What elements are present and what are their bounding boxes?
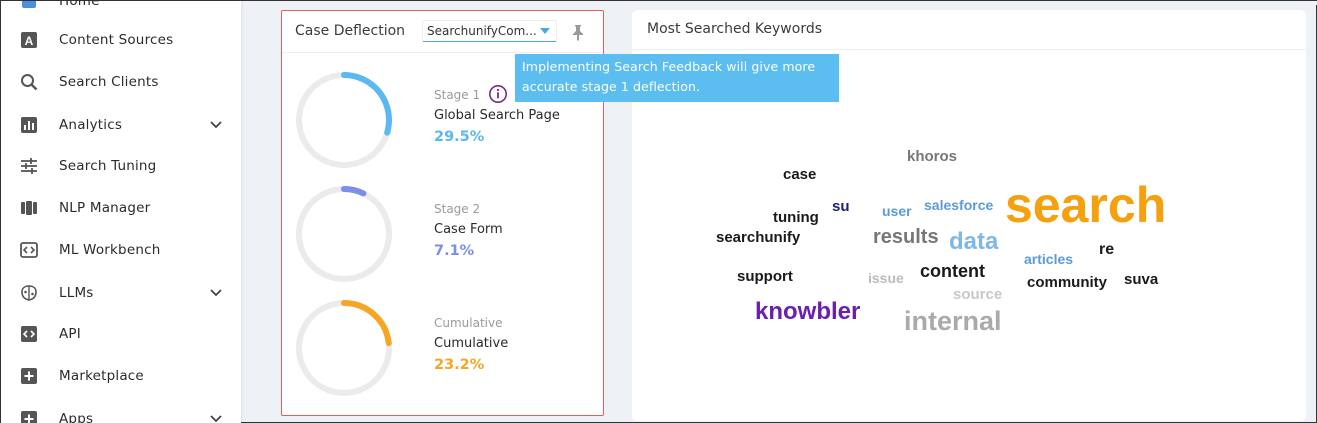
plus-box-icon: [19, 366, 39, 386]
sidebar-item-search-clients[interactable]: Search Clients: [1, 62, 241, 102]
keyword[interactable]: results: [873, 227, 939, 247]
keyword[interactable]: user: [882, 204, 912, 218]
keyword[interactable]: issue: [868, 271, 904, 285]
sidebar-item-search-tuning[interactable]: Search Tuning: [1, 146, 241, 186]
keyword[interactable]: content: [920, 262, 985, 280]
stage-label: Cumulative: [434, 316, 503, 330]
sidebar-item-label: Home: [59, 1, 100, 9]
api-icon: [19, 324, 39, 344]
svg-text:A: A: [25, 34, 34, 48]
sidebar-item-ml-workbench[interactable]: ML Workbench: [1, 230, 241, 270]
stage-name: Global Search Page: [434, 108, 560, 123]
keyword[interactable]: tuning: [773, 210, 819, 225]
chevron-down-icon[interactable]: [207, 116, 225, 134]
caret-down-icon: [540, 28, 550, 34]
pin-icon[interactable]: [570, 23, 586, 41]
card-title: Most Searched Keywords: [647, 21, 823, 37]
card-header: Case Deflection SearchunifyCom...: [282, 11, 603, 53]
cumulative-progress-ring: [296, 300, 392, 396]
chevron-down-icon[interactable]: [207, 410, 225, 423]
keyword[interactable]: source: [953, 287, 1002, 302]
sidebar-item-label: Search Tuning: [59, 158, 157, 174]
sidebar-item-label: Marketplace: [59, 368, 144, 384]
keyword[interactable]: support: [737, 269, 793, 284]
stage-value: 29.5%: [434, 129, 485, 145]
dropdown-value: SearchunifyCom...: [427, 24, 537, 38]
content-sources-icon: A: [19, 30, 39, 50]
sidebar-item-api[interactable]: API: [1, 314, 241, 354]
keyword[interactable]: khoros: [907, 149, 957, 164]
sidebar-item-marketplace[interactable]: Marketplace: [1, 356, 241, 396]
stage-1-info-tooltip: Implementing Search Feedback will give m…: [515, 54, 839, 102]
card-header: Most Searched Keywords: [632, 10, 1306, 50]
sidebar-item-label: Search Clients: [59, 74, 159, 90]
keyword[interactable]: data: [949, 230, 998, 254]
stage-2-progress-ring: [296, 186, 392, 282]
chevron-down-icon[interactable]: [207, 284, 225, 302]
keyword[interactable]: internal: [904, 308, 1002, 335]
sidebar: Home A Content Sources Search Clients An…: [1, 1, 241, 423]
tuning-sliders-icon: [19, 156, 39, 176]
search-client-dropdown[interactable]: SearchunifyCom...: [422, 20, 557, 42]
search-icon: [19, 72, 39, 92]
nlp-icon: [19, 198, 39, 218]
keyword[interactable]: salesforce: [924, 198, 993, 212]
stage-value: 23.2%: [434, 357, 485, 373]
brain-icon: [19, 283, 39, 303]
keyword[interactable]: suva: [1124, 272, 1158, 287]
stage-name: Cumulative: [434, 336, 509, 351]
home-icon: [19, 1, 39, 11]
sidebar-item-llms[interactable]: LLMs: [1, 273, 241, 313]
ml-workbench-icon: [19, 240, 39, 260]
keyword[interactable]: searchunify: [716, 230, 800, 245]
stage-value: 7.1%: [434, 243, 475, 259]
card-title: Case Deflection: [295, 23, 406, 39]
keyword[interactable]: articles: [1024, 252, 1073, 266]
stage-1-progress-ring: [296, 72, 392, 168]
keyword[interactable]: re: [1099, 242, 1114, 258]
sidebar-item-apps[interactable]: Apps: [1, 399, 241, 423]
info-icon[interactable]: [488, 84, 508, 104]
sidebar-item-label: Apps: [59, 411, 94, 423]
sidebar-item-label: ML Workbench: [59, 242, 161, 258]
keyword[interactable]: community: [1027, 275, 1107, 290]
sidebar-item-label: Content Sources: [59, 32, 174, 48]
sidebar-item-analytics[interactable]: Analytics: [1, 105, 241, 145]
top-strip: [241, 1, 1317, 5]
sidebar-item-label: NLP Manager: [59, 200, 151, 216]
sidebar-item-home[interactable]: Home: [1, 1, 241, 21]
sidebar-item-label: Analytics: [59, 117, 123, 133]
keyword[interactable]: case: [783, 167, 816, 182]
stage-name: Case Form: [434, 222, 503, 237]
stage-label: Stage 2: [434, 202, 481, 216]
analytics-icon: [19, 115, 39, 135]
plus-box-icon: [19, 409, 39, 423]
stage-label: Stage 1: [434, 88, 481, 102]
sidebar-item-nlp-manager[interactable]: NLP Manager: [1, 188, 241, 228]
sidebar-item-label: API: [59, 326, 81, 342]
keyword[interactable]: su: [832, 199, 850, 214]
sidebar-item-content-sources[interactable]: A Content Sources: [1, 20, 241, 60]
keyword[interactable]: search: [1005, 180, 1166, 230]
sidebar-item-label: LLMs: [59, 285, 94, 301]
keyword[interactable]: knowbler: [755, 300, 860, 324]
